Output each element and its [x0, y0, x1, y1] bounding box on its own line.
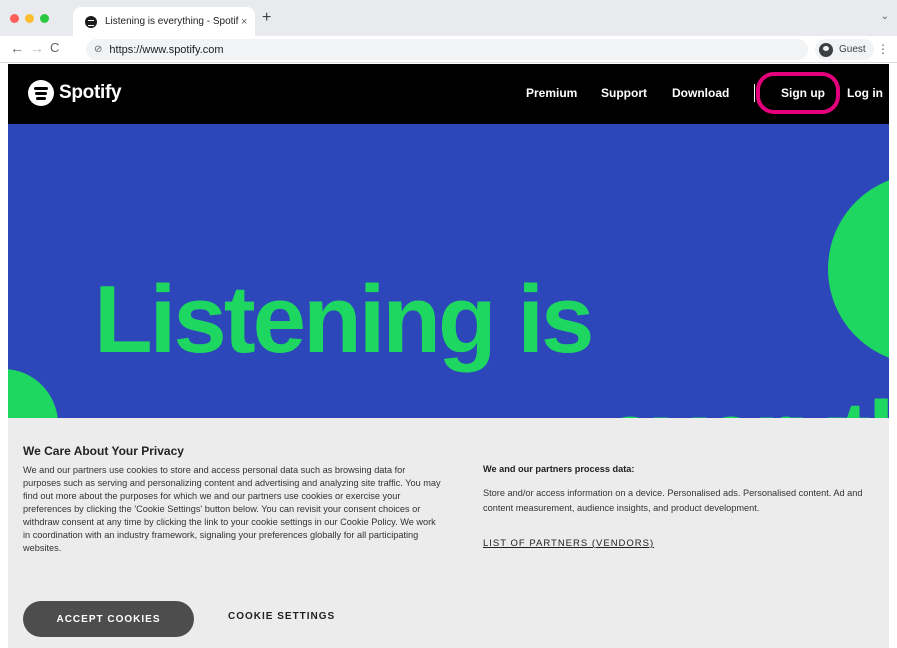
accept-cookies-button[interactable]: ACCEPT COOKIES [23, 601, 194, 637]
address-bar[interactable]: ⊘ https://www.spotify.com [86, 39, 808, 60]
profile-button[interactable]: Guest [815, 39, 874, 60]
browser-toolbar: ← → C ⊘ https://www.spotify.com Guest ⋮ [0, 36, 897, 63]
new-tab-button[interactable]: + [262, 9, 271, 27]
process-data-heading: We and our partners process data: [483, 464, 635, 474]
tab-close-icon[interactable]: × [241, 16, 247, 28]
browser-tabstrip: Listening is everything - Spotif × + ⌄ [0, 0, 897, 36]
nav-download-link[interactable]: Download [672, 86, 729, 100]
site-info-icon[interactable]: ⊘ [94, 44, 102, 55]
back-button[interactable]: ← [10, 40, 24, 56]
hero-headline-second-line: everything [603, 388, 889, 419]
browser-menu-icon[interactable]: ⋮ [877, 42, 889, 56]
nav-support-link[interactable]: Support [601, 86, 647, 100]
nav-divider [754, 84, 755, 102]
guest-avatar-icon [819, 42, 833, 57]
partners-list-link[interactable]: LIST OF PARTNERS (VENDORS) [483, 538, 654, 549]
profile-label: Guest [839, 44, 866, 55]
hero-decor-circle-right [828, 174, 889, 364]
spotify-favicon-icon [85, 15, 97, 28]
cookie-consent-banner: We Care About Your Privacy We and our pa… [8, 418, 889, 648]
signup-highlight-ring [756, 72, 840, 114]
spotify-logo[interactable]: Spotify [28, 80, 122, 106]
hero-headline: Listening is [94, 266, 594, 373]
cookie-settings-button[interactable]: COOKIE SETTINGS [228, 611, 335, 622]
window-zoom-button[interactable] [40, 14, 49, 23]
spotify-logo-icon [28, 80, 54, 106]
nav-login-link[interactable]: Log in [847, 86, 883, 100]
window-minimize-button[interactable] [25, 14, 34, 23]
hero-decor-circle-left [8, 369, 58, 418]
tab-search-chevron-icon[interactable]: ⌄ [881, 11, 889, 22]
logo-wordmark: Spotify [59, 82, 122, 103]
process-data-text: Store and/or access information on a dev… [483, 488, 863, 513]
cookie-body-text: We and our partners use cookies to store… [23, 465, 441, 553]
nav-premium-link[interactable]: Premium [526, 86, 577, 100]
reload-button[interactable]: C [50, 40, 59, 55]
cookie-title: We Care About Your Privacy [23, 444, 184, 458]
browser-tab[interactable]: Listening is everything - Spotif × [73, 7, 255, 36]
window-close-button[interactable] [10, 14, 19, 23]
tab-title: Listening is everything - Spotif [105, 16, 239, 27]
forward-button[interactable]: → [30, 40, 44, 56]
url-text[interactable]: https://www.spotify.com [109, 44, 223, 56]
site-header: Spotify Premium Support Download Sign up… [8, 64, 889, 124]
hero-section: Listening is everything [8, 124, 889, 418]
